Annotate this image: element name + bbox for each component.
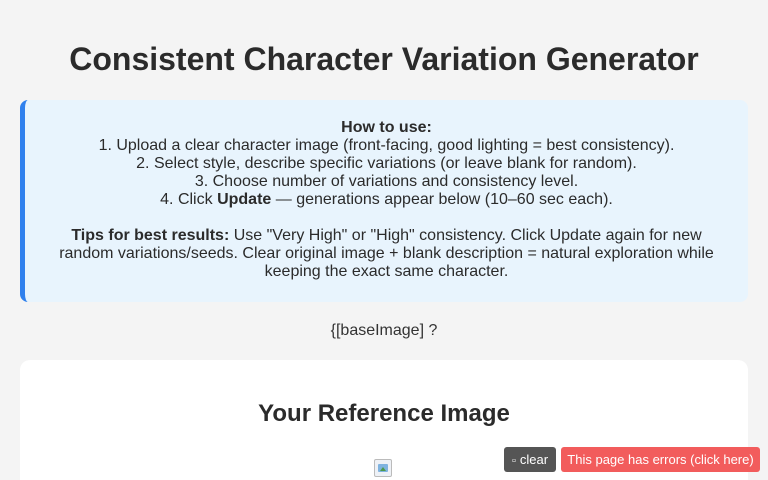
how-to-use-panel: How to use: 1. Upload a clear character … [20, 100, 748, 302]
broken-image-icon [374, 459, 392, 477]
how-to-heading: How to use: [341, 119, 432, 136]
how-to-step-3: 3. Choose number of variations and consi… [194, 173, 579, 190]
how-to-step-2: 2. Select style, describe specific varia… [136, 155, 637, 172]
tips-label: Tips for best results: [71, 227, 230, 244]
trash-icon: ▫ [511, 455, 516, 467]
page: Consistent Character Variation Generator… [0, 0, 768, 480]
how-to-step-1: 1. Upload a clear character image (front… [98, 137, 675, 154]
base-image-placeholder: {[baseImage] ? [330, 322, 438, 339]
page-errors-button[interactable]: This page has errors (click here) [561, 447, 760, 472]
how-to-step-4: 4. Click Update — generations appear bel… [160, 191, 613, 208]
reference-image-title: Your Reference Image [258, 400, 510, 427]
page-title: Consistent Character Variation Generator [69, 41, 699, 77]
clear-button[interactable]: ▫ clear [504, 447, 556, 472]
tips-text: Tips for best results: Use "Very High" o… [59, 227, 714, 280]
